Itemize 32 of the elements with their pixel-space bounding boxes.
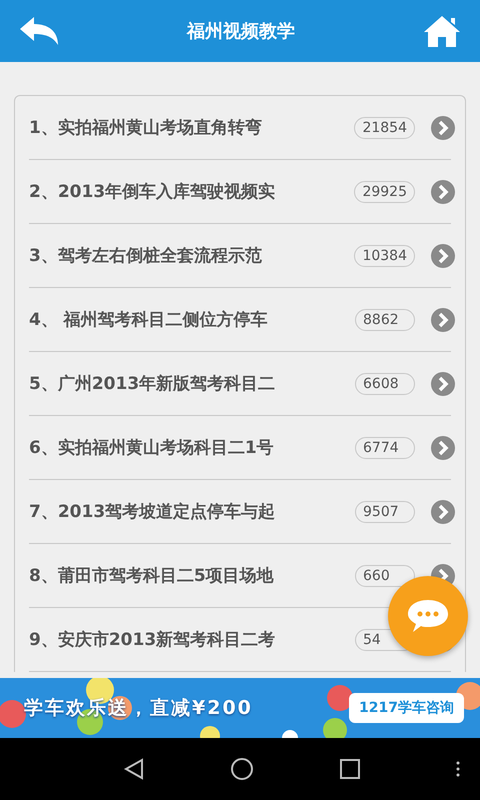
chevron-icon: [431, 116, 455, 140]
video-title: 7、2013驾考坡道定点停车与起: [29, 501, 276, 523]
chevron-icon: [431, 372, 455, 396]
chevron-icon: [431, 308, 455, 332]
video-title: 4、 福州驾考科目二侧位方停车: [29, 309, 269, 331]
video-title: 2、2013年倒车入库驾驶视频实: [29, 181, 276, 203]
view-count: 10384: [354, 244, 415, 266]
video-title: 8、莆田市驾考科目二5项目场地: [29, 565, 275, 587]
video-title: 5、广州2013年新版驾考科目二: [29, 373, 276, 395]
chevron-icon: [431, 180, 455, 204]
chevron-icon: [431, 500, 455, 524]
view-count: 29925: [354, 180, 415, 202]
home-icon[interactable]: [230, 757, 254, 781]
view-count: 6608: [355, 372, 415, 394]
video-title: 3、驾考左右倒桩全套流程示范: [29, 245, 263, 267]
chevron-icon: [431, 244, 455, 268]
chevron-icon: [431, 436, 455, 460]
more-icon[interactable]: [456, 761, 460, 777]
video-title: 9、安庆市2013新驾考科目二考: [29, 629, 276, 651]
video-title: 6、实拍福州黄山考场科目二1号: [29, 437, 275, 459]
view-count: 8862: [355, 308, 415, 330]
back-icon[interactable]: [122, 757, 146, 781]
consult-button[interactable]: 1217学车咨询: [349, 693, 464, 723]
chat-bubble-icon: [406, 598, 450, 634]
promo-slogan: 学车欢乐送，直减¥200: [24, 696, 253, 721]
back-arrow-icon[interactable]: [18, 15, 60, 47]
view-count: 6774: [355, 436, 415, 458]
recents-icon[interactable]: [338, 757, 362, 781]
view-count: 21854: [354, 116, 415, 138]
page-title: 福州视频教学: [187, 20, 295, 43]
video-title: 1、实拍福州黄山考场直角转弯: [29, 117, 263, 139]
view-count: 9507: [355, 500, 415, 522]
